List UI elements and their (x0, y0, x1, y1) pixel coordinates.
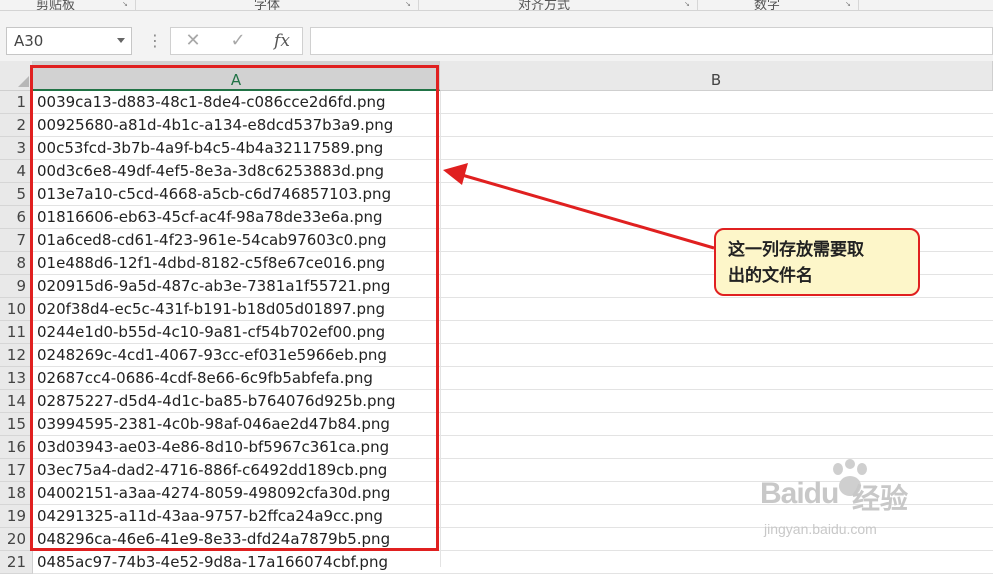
row-header[interactable]: 13 (0, 367, 33, 390)
select-all-triangle-icon (18, 76, 29, 87)
row-header[interactable]: 10 (0, 298, 33, 321)
ribbon-group-number: 数字 (754, 0, 781, 11)
select-all-button[interactable] (0, 61, 33, 91)
row-header[interactable]: 21 (0, 551, 33, 574)
chevron-down-icon[interactable] (117, 38, 125, 43)
row-header[interactable]: 11 (0, 321, 33, 344)
watermark-logo-text: Baidu (760, 477, 839, 510)
formula-buttons: ✕ ✓ fx (170, 27, 303, 55)
row-header[interactable]: 17 (0, 459, 33, 482)
more-options-icon[interactable]: ⋮ (147, 29, 163, 53)
callout-note: 这一列存放需要取 出的文件名 (714, 228, 920, 296)
row-header[interactable]: 9 (0, 275, 33, 298)
name-box-value: A30 (14, 32, 44, 50)
watermark-url: jingyan.baidu.com (764, 521, 877, 537)
name-box[interactable]: A30 (6, 27, 132, 55)
row-header[interactable]: 12 (0, 344, 33, 367)
callout-line-2: 出的文件名 (728, 266, 813, 286)
close-icon[interactable]: ✕ (173, 28, 213, 54)
row-header[interactable]: 6 (0, 206, 33, 229)
row-header[interactable]: 3 (0, 137, 33, 160)
row-header[interactable]: 5 (0, 183, 33, 206)
formula-input[interactable] (310, 27, 993, 55)
ribbon-divider (858, 0, 859, 10)
insert-function-button[interactable]: fx (262, 28, 302, 54)
callout-line-1: 这一列存放需要取 (728, 240, 864, 260)
ribbon-divider (697, 0, 698, 10)
row-header[interactable]: 2 (0, 114, 33, 137)
row-header[interactable]: 14 (0, 390, 33, 413)
ribbon-divider (418, 0, 419, 10)
row-header[interactable]: 18 (0, 482, 33, 505)
check-icon[interactable]: ✓ (218, 28, 258, 54)
ribbon-group-bar: 剪贴板 ↘ 字体 ↘ 对齐方式 ↘ 数字 ↘ (0, 0, 993, 11)
alignment-launcher-icon[interactable]: ↘ (684, 0, 692, 8)
row-header[interactable]: 19 (0, 505, 33, 528)
column-header-b[interactable]: B (440, 61, 993, 91)
ribbon-group-alignment: 对齐方式 (518, 0, 571, 11)
row-header[interactable]: 16 (0, 436, 33, 459)
row-header[interactable]: 1 (0, 91, 33, 114)
column-gridline (440, 91, 441, 567)
row-header[interactable]: 20 (0, 528, 33, 551)
clipboard-launcher-icon[interactable]: ↘ (122, 0, 130, 8)
ribbon-group-clipboard: 剪贴板 (36, 0, 76, 11)
ribbon-group-font: 字体 (254, 0, 281, 11)
row-header[interactable]: 8 (0, 252, 33, 275)
row-header[interactable]: 7 (0, 229, 33, 252)
row-header[interactable]: 4 (0, 160, 33, 183)
cell-a[interactable]: 0485ac97-74b3-4e52-9d8a-17a166074cbf.png (37, 551, 388, 574)
watermark-product-text: 经验 (852, 482, 909, 515)
ribbon-divider (135, 0, 136, 10)
number-launcher-icon[interactable]: ↘ (845, 0, 853, 8)
formula-bar: A30 ⋮ ✕ ✓ fx (0, 11, 993, 61)
font-launcher-icon[interactable]: ↘ (405, 0, 413, 8)
baidu-jingyan-watermark: Baidu 经验 jingyan.baidu.com (756, 455, 956, 550)
row-header[interactable]: 15 (0, 413, 33, 436)
highlight-box-column-a (30, 65, 439, 551)
